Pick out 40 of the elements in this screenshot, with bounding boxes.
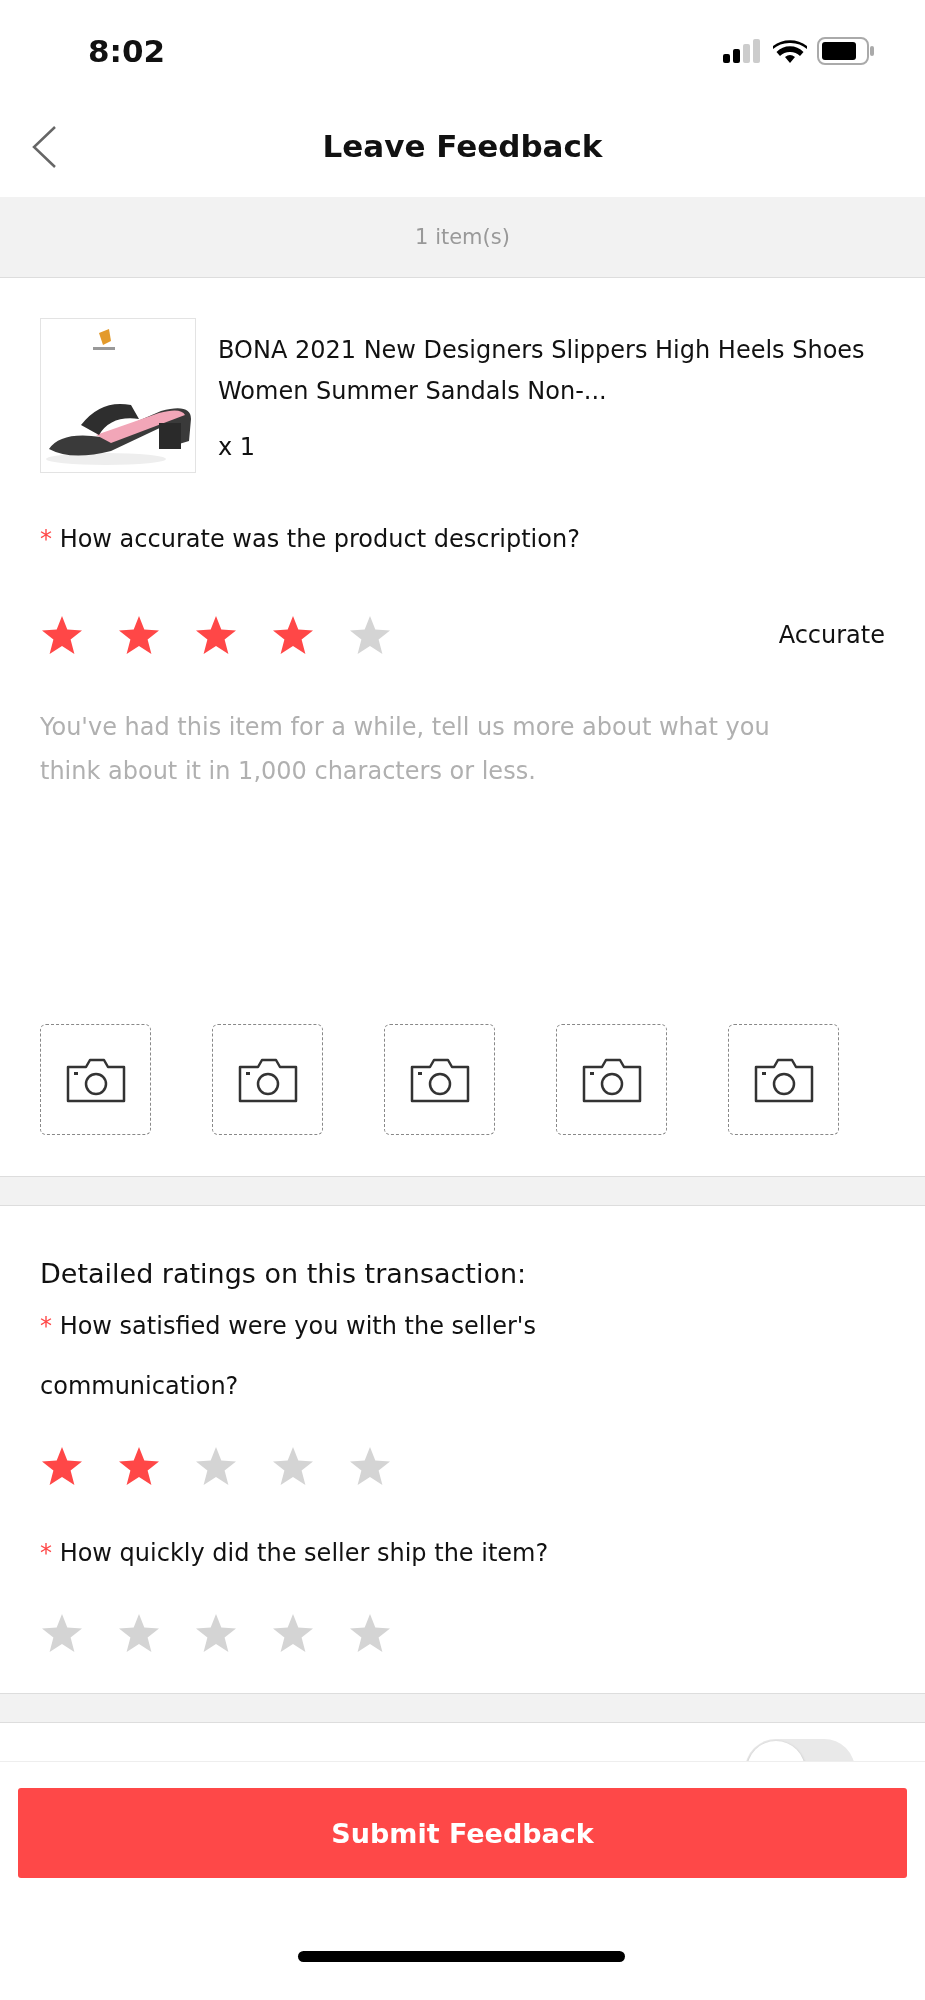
add-photo-button[interactable] [212, 1024, 323, 1135]
add-photo-button[interactable] [40, 1024, 151, 1135]
star-icon[interactable] [348, 614, 392, 656]
star-icon[interactable] [40, 1612, 84, 1654]
back-icon [31, 125, 57, 169]
question-text: * How accurate was the product description? [40, 524, 581, 555]
star-icon[interactable] [117, 1612, 161, 1654]
star-icon[interactable] [271, 1445, 315, 1487]
section-heading: Detailed ratings on this transaction: [40, 1257, 528, 1291]
product-title[interactable]: BONA 2021 New Designers Slippers High Heels Shoes Women Summer Sandals Non-... [218, 330, 868, 412]
product-quantity: x 1 [218, 433, 257, 461]
add-photo-button[interactable] [384, 1024, 495, 1135]
camera-icon [581, 1056, 642, 1103]
rating-verdict: Accurate [778, 621, 885, 649]
back-button[interactable] [30, 125, 58, 169]
question-text: * How quickly did the seller ship the item? [40, 1538, 550, 1569]
wifi-icon [773, 37, 807, 64]
question-text: * How satisfied were you with the seller's communication? [40, 1311, 537, 1402]
item-count: 1 item(s) [415, 225, 510, 249]
star-icon[interactable] [348, 1612, 392, 1654]
signal-icon [723, 38, 763, 63]
camera-icon [753, 1056, 814, 1103]
status-time: 8:02 [88, 31, 166, 69]
star-icon[interactable] [117, 1445, 161, 1487]
camera-icon [237, 1056, 298, 1103]
star-icon[interactable] [194, 614, 238, 656]
star-icon[interactable] [271, 1612, 315, 1654]
star-icon[interactable] [40, 614, 84, 656]
star-icon[interactable] [348, 1445, 392, 1487]
page-title: Leave Feedback [322, 128, 603, 164]
add-photo-button[interactable] [556, 1024, 667, 1135]
star-icon[interactable] [40, 1445, 84, 1487]
star-icon[interactable] [117, 614, 161, 656]
camera-icon [65, 1056, 126, 1103]
star-icon[interactable] [271, 614, 315, 656]
battery-icon [817, 36, 875, 65]
add-photo-button[interactable] [728, 1024, 839, 1135]
star-icon[interactable] [194, 1445, 238, 1487]
camera-icon [409, 1056, 470, 1103]
star-icon[interactable] [194, 1612, 238, 1654]
